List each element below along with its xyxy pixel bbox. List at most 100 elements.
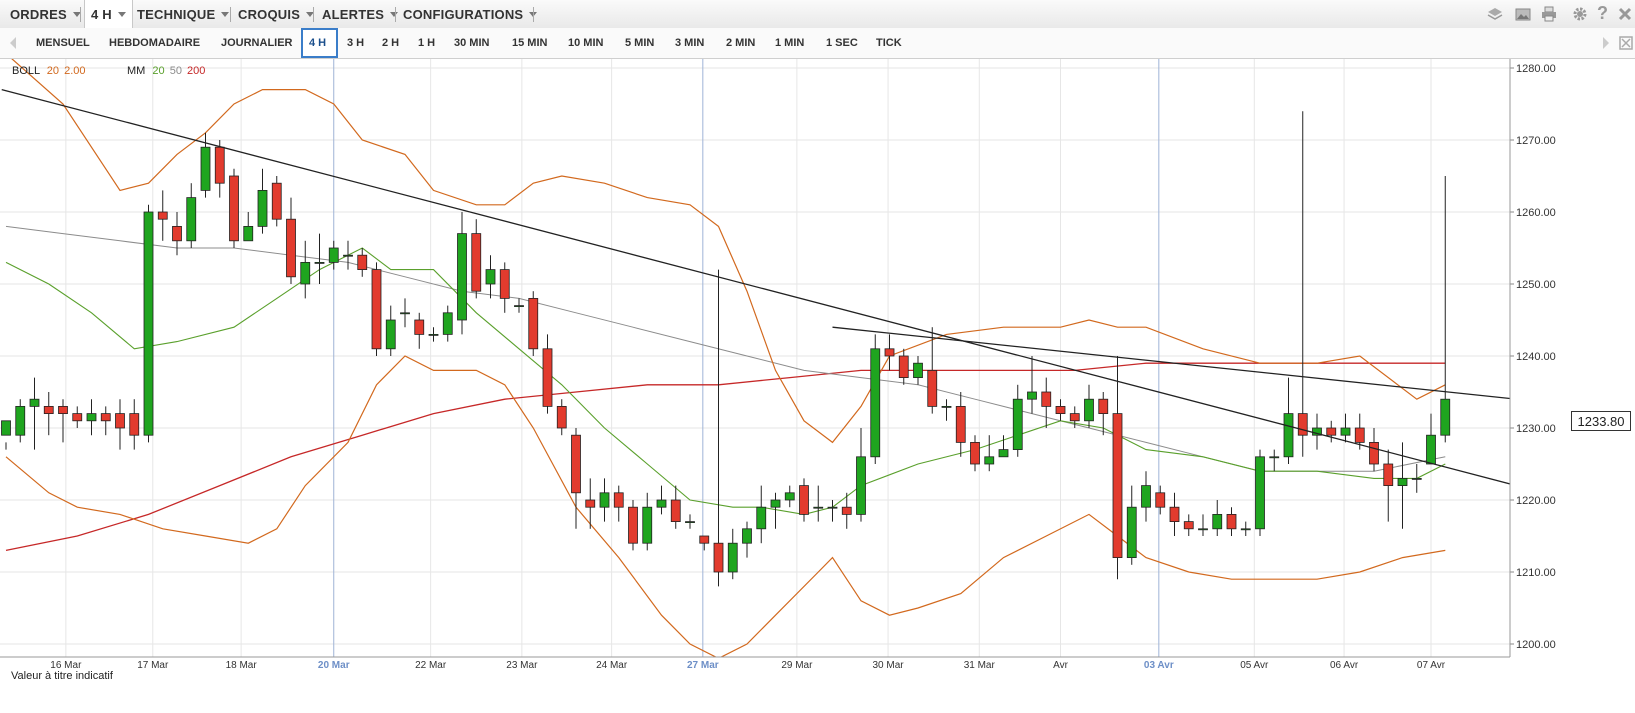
candle-up: [1426, 434, 1436, 465]
menu-croquis[interactable]: CROQUIS: [238, 0, 315, 28]
x-tick-label: 03 Avr: [1144, 660, 1174, 671]
trendline: [1, 88, 1510, 485]
candle-up: [1126, 506, 1137, 559]
top-menu-bar: ORDRES 4 H TECHNIQUE CROQUIS ALERTES CON…: [0, 0, 1635, 29]
timeframe-journalier[interactable]: JOURNALIER: [221, 28, 293, 58]
candle-down: [613, 492, 624, 508]
help-icon[interactable]: ?: [1597, 3, 1608, 24]
candle-up: [1283, 413, 1294, 458]
timeframe-tick[interactable]: TICK: [876, 28, 902, 58]
expand-icon[interactable]: [1619, 36, 1633, 50]
close-icon[interactable]: [1617, 6, 1633, 22]
candle-up: [485, 269, 496, 285]
print-icon[interactable]: [1541, 6, 1557, 22]
candle-down: [585, 499, 596, 508]
timeframe-1sec[interactable]: 1 SEC: [826, 28, 858, 58]
image-icon[interactable]: [1515, 6, 1531, 22]
timeframe-15min[interactable]: 15 MIN: [512, 28, 547, 58]
candle-down: [699, 535, 710, 544]
menu-ordres[interactable]: ORDRES: [10, 0, 81, 28]
candle-down: [43, 405, 54, 414]
candle-up: [656, 499, 667, 508]
scroll-right-arrow-icon[interactable]: [1603, 37, 1609, 49]
candle-down: [1069, 413, 1080, 422]
candle-down: [841, 506, 852, 515]
x-tick-label: 18 Mar: [226, 660, 258, 671]
x-tick-label: 31 Mar: [964, 660, 996, 671]
chevron-down-icon: [221, 11, 230, 17]
candle-down: [471, 233, 482, 292]
y-tick-label: 1220.00: [1516, 495, 1556, 507]
candle-up: [1440, 398, 1451, 436]
y-tick-label: 1280.00: [1516, 63, 1556, 75]
y-tick-label: 1270.00: [1516, 135, 1556, 147]
candle-up: [756, 506, 767, 530]
x-tick-label: 07 Avr: [1417, 660, 1446, 671]
menu-technique[interactable]: TECHNIQUE: [137, 0, 230, 28]
menu-timeframe-label: 4 H: [91, 7, 112, 22]
candle-up: [314, 261, 325, 264]
candle-down: [970, 441, 980, 465]
candle-up: [685, 521, 695, 523]
gear-icon[interactable]: [1572, 6, 1588, 22]
menu-divider: [395, 7, 396, 22]
candle-down: [1226, 514, 1237, 530]
menu-configurations[interactable]: CONFIGURATIONS: [403, 0, 538, 28]
scroll-left-arrow-icon[interactable]: [10, 37, 16, 49]
candle-down: [713, 542, 724, 573]
menu-alertes[interactable]: ALERTES: [322, 0, 399, 28]
menu-timeframe[interactable]: 4 H: [84, 0, 133, 29]
candle-down: [1112, 413, 1123, 559]
bollinger-lower-band: [5, 355, 1446, 657]
candle-down: [1169, 506, 1180, 523]
candle-up: [1411, 477, 1422, 480]
candle-up: [400, 312, 410, 315]
timeframe-1h[interactable]: 1 H: [418, 28, 435, 58]
candle-down: [357, 254, 368, 270]
candle-down: [571, 434, 581, 494]
layers-icon[interactable]: [1487, 6, 1503, 22]
timeframe-3min[interactable]: 3 MIN: [675, 28, 704, 58]
timeframe-5min[interactable]: 5 MIN: [625, 28, 654, 58]
timeframe-4h[interactable]: 4 H: [301, 28, 338, 58]
candle-down: [927, 369, 938, 407]
menu-divider: [80, 7, 81, 22]
candle-up: [642, 506, 653, 544]
mm-period-200: 200: [187, 65, 206, 77]
candle-down: [414, 319, 425, 335]
plot-area: [0, 59, 1510, 657]
candle-up: [870, 348, 881, 458]
candle-up: [29, 398, 40, 407]
y-tick-label: 1210.00: [1516, 567, 1556, 579]
candle-down: [157, 211, 168, 220]
moving-average-50-line: [5, 225, 1446, 472]
timeframe-30min[interactable]: 30 MIN: [454, 28, 489, 58]
boll-label: BOLL: [12, 65, 40, 77]
timeframe-3h[interactable]: 3 H: [347, 28, 364, 58]
timeframe-mensuel[interactable]: MENSUEL: [36, 28, 90, 58]
boll-period: 20: [46, 65, 60, 77]
chevron-down-icon: [117, 12, 126, 17]
timeframe-2min[interactable]: 2 MIN: [726, 28, 755, 58]
candle-up: [385, 319, 396, 350]
menu-divider: [533, 7, 534, 22]
menu-alertes-label: ALERTES: [322, 6, 385, 22]
timeframe-hebdomadaire[interactable]: HEBDOMADAIRE: [109, 28, 200, 58]
x-tick-label: 06 Avr: [1330, 660, 1359, 671]
candle-up: [941, 405, 952, 408]
candle-down: [1155, 492, 1166, 508]
x-tick-label: 05 Avr: [1240, 660, 1269, 671]
candle-up: [86, 413, 97, 422]
candle-up: [1012, 398, 1023, 451]
candle-down: [371, 269, 382, 350]
timeframe-10min[interactable]: 10 MIN: [568, 28, 603, 58]
candle-up: [1141, 485, 1151, 508]
candle-up: [998, 449, 1009, 458]
candle-up: [428, 333, 439, 336]
candle-up: [856, 456, 866, 515]
price-chart[interactable]: 1280.00 1270.00 1260.00 1250.00 1240.00 1230.…: [0, 59, 1635, 713]
y-tick-label: 1240.00: [1516, 351, 1556, 363]
timeframe-1min[interactable]: 1 MIN: [775, 28, 804, 58]
candle-down: [528, 297, 539, 350]
timeframe-2h[interactable]: 2 H: [382, 28, 399, 58]
